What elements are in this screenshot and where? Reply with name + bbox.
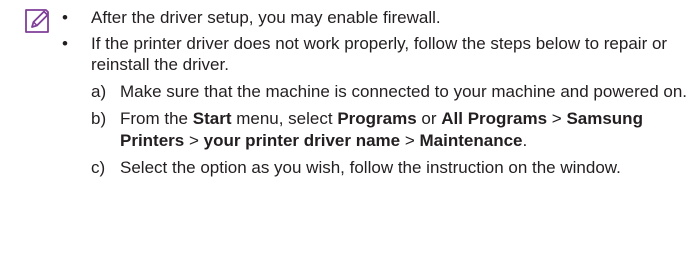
step-text: Make sure that the machine is connected … <box>120 81 688 101</box>
step-marker: c) <box>91 158 106 177</box>
step-b: b) From the Start menu, select Programs … <box>91 108 690 151</box>
note-pencil-icon <box>25 9 49 33</box>
bullet-marker: • <box>62 33 68 53</box>
step-text-run: > <box>184 130 204 150</box>
bullet-marker: • <box>62 8 68 27</box>
menu-name-all-programs: All Programs <box>441 109 548 128</box>
menu-name-maintenance: Maintenance <box>419 130 523 150</box>
step-a: a) Make sure that the machine is connect… <box>91 81 690 103</box>
menu-name-driver: your printer driver name <box>203 130 401 150</box>
menu-name-start: Start <box>192 109 232 128</box>
step-marker: a) <box>91 81 107 101</box>
step-text-run: menu, select <box>231 109 338 128</box>
repair-steps-list: a) Make sure that the machine is connect… <box>91 81 690 179</box>
bullet-item-repair-driver: • If the printer driver does not work pr… <box>62 33 690 179</box>
step-c: c) Select the option as you wish, follow… <box>91 157 690 179</box>
menu-name-programs: Programs <box>337 109 417 128</box>
bullet-text: After the driver setup, you may enable f… <box>91 8 441 27</box>
step-marker: b) <box>91 109 107 128</box>
bullet-text: If the printer driver does not work prop… <box>91 33 668 75</box>
step-text-run: . <box>522 130 528 150</box>
step-text-run: From the <box>120 109 193 128</box>
step-text-run: > <box>547 109 567 128</box>
step-text-run: or <box>416 109 442 128</box>
step-text: Select the option as you wish, follow th… <box>120 158 621 177</box>
step-text-run: > <box>400 130 420 150</box>
note-content: • After the driver setup, you may enable… <box>62 7 690 185</box>
bullet-item-firewall: • After the driver setup, you may enable… <box>62 7 690 29</box>
